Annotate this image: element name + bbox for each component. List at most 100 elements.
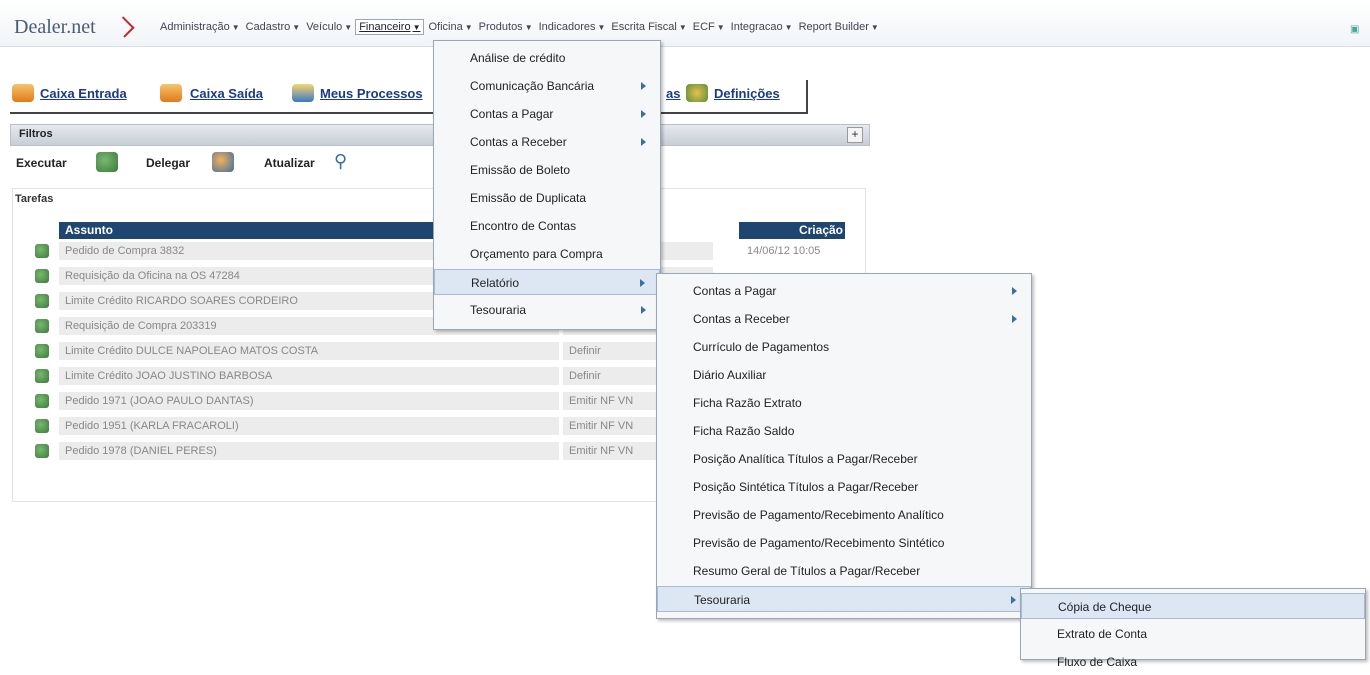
task-icon <box>35 244 49 258</box>
dealer-logo[interactable]: Dealer.net <box>14 16 96 39</box>
caret-down-icon: ▼ <box>231 23 240 32</box>
nav-produtos[interactable]: Produtos ▼ <box>479 21 539 35</box>
nav-ecf[interactable]: ECF ▼ <box>693 21 731 35</box>
nav-label: Oficina <box>428 21 463 33</box>
nav-administracao[interactable]: Administração ▼ <box>160 21 246 35</box>
nav-label: Escrita Fiscal <box>611 21 677 33</box>
menu-item-posicao-analitica-titulos-a-pagar-receber[interactable]: Posição Analítica Títulos a Pagar/Recebe… <box>657 446 1031 472</box>
executar-button[interactable]: Executar <box>16 156 67 170</box>
nav-label: Produtos <box>478 21 523 33</box>
execute-icon[interactable] <box>96 152 118 172</box>
expand-filters-button[interactable]: + <box>847 127 863 143</box>
menu-item-resumo-geral-de-titulos-a-pagar-receber[interactable]: Resumo Geral de Títulos a Pagar/Receber <box>657 558 1031 584</box>
menu-item-copia-de-cheque[interactable]: Cópia de Cheque <box>1021 593 1365 619</box>
cell-assunto[interactable]: Limite Crédito DULCE NAPOLEAO MATOS COST… <box>59 342 559 360</box>
menu-item-curriculo-de-pagamentos[interactable]: Currículo de Pagamentos <box>657 334 1031 360</box>
menu-item-label: Relatório <box>471 276 520 290</box>
menu-item-previsao-de-pagamento-recebimento-analitico[interactable]: Previsão de Pagamento/Recebimento Analít… <box>657 502 1031 528</box>
menu-item-extrato-de-conta[interactable]: Extrato de Conta <box>1021 621 1365 647</box>
inbox-icon[interactable] <box>12 84 34 102</box>
menu-item-contas-a-pagar[interactable]: Contas a Pagar <box>434 101 660 127</box>
caret-down-icon: ▼ <box>412 23 421 32</box>
menu-item-emissao-de-duplicata[interactable]: Emissão de Duplicata <box>434 185 660 211</box>
cell-assunto[interactable]: Limite Crédito JOAO JUSTINO BARBOSA <box>59 367 559 385</box>
col-assunto[interactable]: Assunto <box>59 222 441 239</box>
processes-icon[interactable] <box>292 84 314 102</box>
caixa-saida-link[interactable]: Caixa Saída <box>190 86 263 101</box>
menu-item-label: Contas a Receber <box>693 312 790 326</box>
task-icon <box>35 269 49 283</box>
nav-label: Cadastro <box>245 21 291 33</box>
nav-escrita-fiscal[interactable]: Escrita Fiscal ▼ <box>611 21 692 35</box>
menu-item-label: Diário Auxiliar <box>693 368 767 382</box>
quick-toolbar: Caixa Entrada Caixa Saída Meus Processos… <box>10 80 808 114</box>
main-nav: Administração ▼ Cadastro ▼ Veículo ▼ Financeir… <box>160 19 885 35</box>
cell-criacao: 14/06/12 10:05 <box>747 245 821 257</box>
menu-item-contas-a-receber[interactable]: Contas a Receber <box>657 306 1031 332</box>
menu-item-relatorio[interactable]: Relatório <box>434 269 660 295</box>
nav-integracao[interactable]: Integracao ▼ <box>731 21 799 35</box>
delegate-icon[interactable] <box>212 152 234 172</box>
cell-assunto[interactable]: Pedido 1971 (JOAO PAULO DANTAS) <box>59 392 559 410</box>
menu-item-label: Análise de crédito <box>470 51 566 65</box>
menu-item-fluxo-de-caixa[interactable]: Fluxo de Caixa <box>1021 649 1365 675</box>
delegar-button[interactable]: Delegar <box>146 156 190 170</box>
caret-down-icon: ▼ <box>784 23 793 32</box>
menu-item-label: Contas a Pagar <box>693 284 777 298</box>
menu-item-label: Extrato de Conta <box>1057 627 1148 641</box>
caret-down-icon: ▼ <box>678 23 687 32</box>
nav-label: Indicadores <box>538 21 596 33</box>
col-criacao[interactable]: Criação <box>739 222 845 239</box>
menu-item-analise-de-credito[interactable]: Análise de crédito <box>434 45 660 71</box>
nav-indicadores[interactable]: Indicadores ▼ <box>539 21 612 35</box>
menu-item-emissao-de-boleto[interactable]: Emissão de Boleto <box>434 157 660 183</box>
menu-item-label: Previsão de Pagamento/Recebimento Sintét… <box>693 536 945 550</box>
menu-item-previsao-de-pagamento-recebimento-sintetico[interactable]: Previsão de Pagamento/Recebimento Sintét… <box>657 530 1031 556</box>
cell-assunto[interactable]: Pedido 1951 (KARLA FRACAROLI) <box>59 417 559 435</box>
menu-item-ficha-razao-saldo[interactable]: Ficha Razão Saldo <box>657 418 1031 444</box>
nav-financeiro[interactable]: Financeiro ▼ <box>355 19 425 35</box>
financeiro-menu: Análise de crédito Comunicação Bancária Co… <box>433 40 661 330</box>
nav-cadastro[interactable]: Cadastro ▼ <box>246 21 307 35</box>
nav-oficina[interactable]: Oficina ▼ <box>428 21 478 35</box>
hidden-link[interactable]: as <box>666 86 680 101</box>
caret-down-icon: ▼ <box>292 23 301 32</box>
menu-item-tesouraria[interactable]: Tesouraria <box>657 586 1031 612</box>
atualizar-button[interactable]: Atualizar <box>264 156 315 170</box>
menu-item-ficha-razao-extrato[interactable]: Ficha Razão Extrato <box>657 390 1031 416</box>
relatorio-submenu: Contas a Pagar Contas a Receber Currículo … <box>656 273 1032 619</box>
menu-item-comunicacao-bancaria[interactable]: Comunicação Bancária <box>434 73 660 99</box>
task-icon <box>35 319 49 333</box>
menu-item-label: Previsão de Pagamento/Recebimento Analít… <box>693 508 944 522</box>
menu-item-label: Fluxo de Caixa <box>1057 655 1138 669</box>
task-icon <box>35 444 49 458</box>
caixa-entrada-link[interactable]: Caixa Entrada <box>40 86 127 101</box>
submenu-arrow-icon <box>641 306 646 314</box>
outbox-icon[interactable] <box>160 84 182 102</box>
menu-item-label: Posição Sintética Títulos a Pagar/Recebe… <box>693 480 919 494</box>
corner-icon[interactable]: ▣ <box>1350 24 1370 36</box>
menu-item-diario-auxiliar[interactable]: Diário Auxiliar <box>657 362 1031 388</box>
task-icon <box>35 419 49 433</box>
caret-down-icon: ▼ <box>716 23 725 32</box>
refresh-search-icon[interactable]: ⚲ <box>334 152 356 172</box>
meus-processos-link[interactable]: Meus Processos <box>320 86 423 101</box>
menu-item-encontro-de-contas[interactable]: Encontro de Contas <box>434 213 660 239</box>
menu-item-orcamento-para-compra[interactable]: Orçamento para Compra <box>434 241 660 267</box>
definicoes-link[interactable]: Definições <box>714 86 780 101</box>
menu-item-posicao-sintetica-titulos-a-pagar-receber[interactable]: Posição Sintética Títulos a Pagar/Recebe… <box>657 474 1031 500</box>
submenu-arrow-icon <box>1012 287 1017 295</box>
nav-report-builder[interactable]: Report Builder ▼ <box>799 21 885 35</box>
menu-item-contas-a-receber[interactable]: Contas a Receber <box>434 129 660 155</box>
caret-down-icon: ▼ <box>344 23 353 32</box>
menu-item-label: Contas a Pagar <box>470 107 554 121</box>
nav-veiculo[interactable]: Veículo ▼ <box>306 21 358 35</box>
settings-icon[interactable] <box>686 84 708 102</box>
menu-item-contas-a-pagar[interactable]: Contas a Pagar <box>657 278 1031 304</box>
cell-assunto[interactable]: Pedido 1978 (DANIEL PERES) <box>59 442 559 460</box>
submenu-arrow-icon <box>1012 315 1017 323</box>
menu-item-label: Posição Analítica Títulos a Pagar/Recebe… <box>693 452 918 466</box>
caret-down-icon: ▼ <box>524 23 533 32</box>
menu-item-tesouraria[interactable]: Tesouraria <box>434 297 660 323</box>
nav-label: Financeiro <box>359 21 411 33</box>
